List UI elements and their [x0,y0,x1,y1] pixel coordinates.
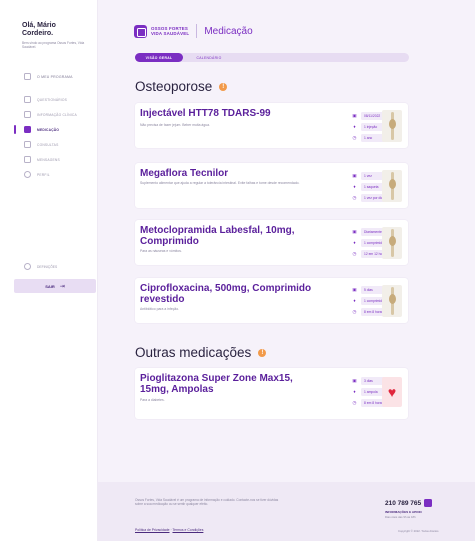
brand-line-2: VIDA SAUDÁVEL [151,31,190,36]
logout-arrow-icon: ⇥ [59,283,65,290]
document-icon [24,111,31,118]
section-title-other-medications: Outras medicações ! [135,345,267,360]
medication-name: Injectável HTT78 TDARS-99 [140,108,271,119]
medication-image [382,170,402,202]
clock-icon: ◷ [352,308,357,314]
footer-links: Política de Privacidade · Termos e Condi… [135,528,203,532]
sidebar-item-label: INFORMAÇÃO CLÍNICA [37,112,77,117]
sidebar: Olá, Mário Cordeiro. Bem-vindo ao progra… [0,0,98,541]
pill-icon [24,126,31,133]
medication-card[interactable]: Megaflora Tecnilor Suplemento alimentar … [135,163,408,208]
calendar-icon: ▣ [352,228,357,234]
info-icon[interactable]: ! [258,348,267,357]
dose-icon: ♦ [353,124,356,129]
medication-name: Pioglitazona Super Zone Max15, 15mg, Amp… [140,373,293,395]
message-icon [24,156,31,163]
privacy-policy-link[interactable]: Política de Privacidade [135,528,170,532]
gear-icon [24,263,31,270]
header-divider [196,24,198,38]
greeting-text: Olá, Mário [22,22,56,29]
sidebar-item-clinical-info[interactable]: INFORMAÇÃO CLÍNICA [0,107,98,122]
medication-description: Antibiótico para a infeção. [140,307,180,311]
medication-image [382,285,402,317]
settings-link[interactable]: DEFINIÇÕES [24,263,57,270]
brand-name: OSSOS FORTES VIDA SAUDÁVEL [151,26,189,36]
medication-name: Ciprofloxacina, 500mg, Comprimido revest… [140,283,312,305]
heart-icon: ♥ [382,377,402,407]
medication-card[interactable]: Injectável HTT78 TDARS-99 Não precisa de… [135,103,408,148]
view-tabs: VISÃO GERAL CALENDÁRIO [135,53,409,62]
medication-name: Megaflora Tecnilor [140,168,229,179]
medication-description: Não precisa de fazer jejum. Beber muita … [140,123,210,127]
clock-icon: ◷ [352,134,357,140]
medication-image [382,227,402,259]
section-heading: Outras medicações [135,345,252,360]
support-hours: Dias úteis das 9h às 18h [385,515,416,519]
calendar-icon: ▣ [352,377,357,383]
nav-label: O MEU PROGRAMA [37,74,73,79]
terms-link[interactable]: Termos e Condições [172,528,203,532]
sidebar-item-messages[interactable]: MENSAGENS [0,152,98,167]
medication-card[interactable]: Pioglitazona Super Zone Max15, 15mg, Amp… [135,368,408,419]
user-icon [24,171,31,178]
sidebar-item-questionnaires[interactable]: QUESTIONÁRIOS [0,92,98,107]
sidebar-item-label: MEDICAÇÃO [37,127,60,132]
dose-icon: ♦ [353,298,356,303]
dose-icon: ♦ [353,184,356,189]
user-name: Cordeiro. [22,30,54,37]
checklist-icon [24,96,31,103]
calendar-icon: ▣ [352,112,357,118]
medication-description: Para as náuseas e vómitos. [140,249,182,253]
copyright: Copyright © 2022. Todos direitos [398,529,439,533]
brand-logo-icon[interactable] [134,24,147,38]
medication-image [382,110,402,142]
support-phone[interactable]: 210 789 765 [385,500,421,507]
clock-icon: ◷ [352,399,357,405]
logout-button[interactable]: SAIR ⇥ [14,279,96,293]
header: OSSOS FORTES VIDA SAUDÁVEL Medicação [134,24,253,38]
settings-label: DEFINIÇÕES [37,264,58,269]
sidebar-item-label: PERFIL [37,172,50,177]
sidebar-nav: QUESTIONÁRIOS INFORMAÇÃO CLÍNICA MEDICAÇ… [0,92,98,182]
calendar-icon: ▣ [352,172,357,178]
clock-icon: ◷ [352,250,357,256]
user-greeting: Olá, Mário Cordeiro. Bem-vindo ao progra… [22,22,94,49]
sidebar-item-label: CONSULTAS [37,142,59,147]
section-title-osteoporose: Osteoporose ! [135,79,228,94]
main-content: OSSOS FORTES VIDA SAUDÁVEL Medicação VIS… [98,0,475,541]
stethoscope-icon [24,141,31,148]
tab-calendar[interactable]: CALENDÁRIO [185,53,233,62]
calendar-icon [24,73,31,80]
footer-text: Ossos Fortes, Vida Saudável é um program… [135,498,279,507]
clock-icon: ◷ [352,194,357,200]
sidebar-item-appointments[interactable]: CONSULTAS [0,137,98,152]
sidebar-item-label: QUESTIONÁRIOS [37,97,68,102]
nav-my-program[interactable]: O MEU PROGRAMA [24,73,73,80]
medication-card[interactable]: Metoclopramida Labesfal, 10mg, Comprimid… [135,220,408,265]
footer: Ossos Fortes, Vida Saudável é um program… [98,482,475,541]
tab-overview[interactable]: VISÃO GERAL [135,53,183,62]
medication-name: Metoclopramida Labesfal, 10mg, Comprimid… [140,225,295,247]
dose-icon: ♦ [353,389,356,394]
section-heading: Osteoporose [135,79,213,94]
logout-label: SAIR [45,283,55,289]
dose-icon: ♦ [353,240,356,245]
greeting-subtitle: Bem-vindo ao programa Ossos Fortes, Vida… [22,41,85,49]
info-icon[interactable]: ! [219,82,228,91]
page-title: Medicação [204,25,253,37]
medication-description: Para a diabetes. [140,398,165,402]
calendar-icon: ▣ [352,286,357,292]
support-label: INFORMAÇÕES E APOIO [385,510,422,514]
medication-description: Suplemento alimentar que ajuda a regular… [140,181,300,185]
sidebar-item-label: MENSAGENS [37,157,60,162]
medication-card[interactable]: Ciprofloxacina, 500mg, Comprimido revest… [135,278,408,323]
sidebar-item-medication[interactable]: MEDICAÇÃO [0,122,98,137]
sidebar-item-profile[interactable]: PERFIL [0,167,98,182]
phone-icon [424,499,432,507]
